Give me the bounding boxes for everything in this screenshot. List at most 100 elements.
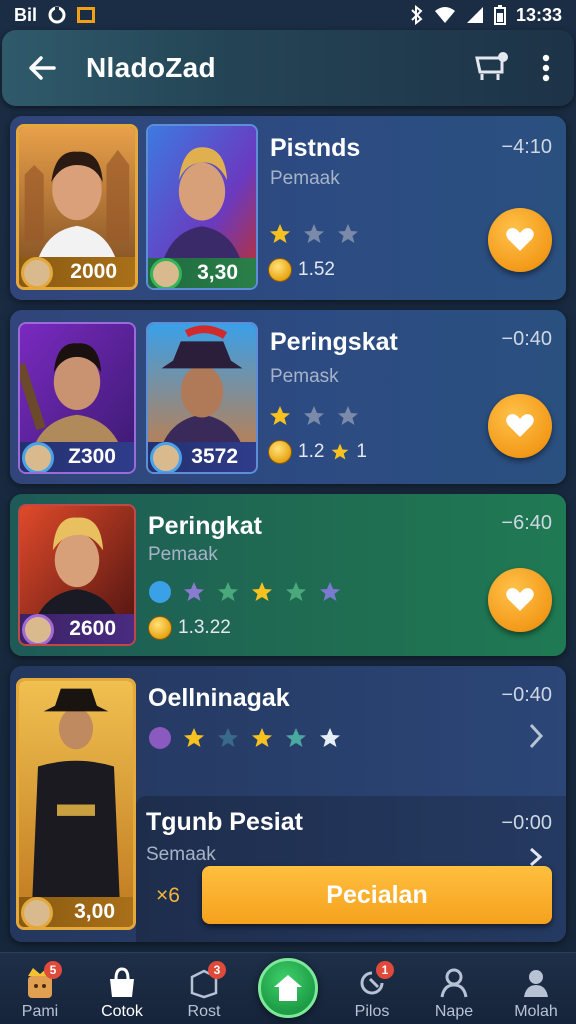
card-time: −6:40	[501, 512, 552, 534]
status-bar: Bil 13:33	[0, 0, 576, 30]
nav-item-rost[interactable]: 3 Rost	[164, 953, 244, 1024]
coin-count: 1.2 1	[268, 440, 367, 464]
nav-label: Cotok	[101, 1003, 143, 1020]
star-icon	[332, 443, 349, 460]
action-button[interactable]: Pecialan	[202, 866, 552, 924]
score-value: 2000	[70, 260, 117, 283]
notification-badge: 5	[44, 961, 62, 979]
bag-icon	[110, 967, 134, 997]
portrait-card[interactable]: 3,00	[16, 678, 136, 930]
more-menu-button[interactable]	[536, 52, 556, 84]
portrait-card[interactable]: 3572	[146, 322, 258, 474]
star-icon	[304, 406, 324, 425]
card-peringkat[interactable]: 2600 Peringkat Pemaak −6:40 1.3.22	[10, 494, 566, 656]
card-peringskat[interactable]: Z300 3572 Peringskat Pemask −0:40 1.2 1	[10, 310, 566, 484]
nav-item-cotok[interactable]: Cotok	[82, 953, 162, 1024]
nav-item-molah[interactable]: Molah	[496, 953, 576, 1024]
star-icon	[252, 728, 272, 747]
star-icon	[184, 728, 204, 747]
chevron-right-icon	[529, 723, 544, 749]
nav-item-home[interactable]	[258, 958, 318, 1018]
star-icon	[218, 728, 238, 747]
action-button-label: Pecialan	[326, 880, 428, 909]
battery-icon	[493, 5, 506, 25]
status-left-text: Bil	[14, 4, 38, 25]
star-icon	[218, 582, 238, 601]
star-icon	[270, 224, 290, 243]
card-subtitle: Semaak	[146, 844, 216, 865]
app-bar: NladoZad	[2, 30, 574, 106]
multiplier-label: ×6	[156, 884, 180, 907]
portrait-card[interactable]: 2000	[16, 124, 138, 290]
coin-icon	[148, 616, 172, 640]
coin-icon	[268, 440, 292, 464]
star-icon	[149, 581, 171, 603]
card-time: −0:40	[501, 328, 552, 350]
star-icon	[338, 224, 358, 243]
card-title: Peringskat	[270, 328, 398, 356]
character-portrait-image	[19, 681, 133, 921]
star-icon	[320, 582, 340, 601]
portrait-card[interactable]: Z300	[18, 322, 136, 474]
card-pistnds[interactable]: 2000 3,30 Pistnds Pemaak −4:10 1.52	[10, 116, 566, 300]
star-icon	[184, 582, 204, 601]
score-value: Z300	[68, 445, 116, 468]
cart-button[interactable]	[474, 52, 508, 84]
nav-item-pami[interactable]: 5 Pami	[0, 953, 80, 1024]
chevron-right-icon	[530, 847, 543, 867]
star-icon	[270, 406, 290, 425]
bluetooth-icon	[411, 5, 423, 25]
wifi-icon	[434, 7, 455, 23]
nav-label: Molah	[514, 1003, 558, 1020]
coin-count: 1.3.22	[148, 616, 231, 640]
card-time: −0:00	[501, 812, 552, 834]
more-vertical-icon	[542, 54, 550, 82]
card-title: Pistnds	[270, 134, 361, 162]
coin-icon	[268, 258, 292, 282]
coin-value: 1.52	[298, 259, 335, 280]
nav-label: Rost	[187, 1003, 221, 1020]
nav-item-pilos[interactable]: 1 Pilos	[332, 953, 412, 1024]
coin-value: 1.3.22	[178, 617, 231, 638]
avatar	[150, 442, 182, 472]
score-value: 3572	[191, 445, 238, 468]
heart-icon	[506, 228, 534, 251]
back-button[interactable]	[20, 46, 64, 90]
portrait-card[interactable]: 2600	[18, 504, 136, 646]
score-value: 3,00	[74, 900, 115, 923]
heart-icon	[506, 588, 534, 611]
star-icon	[286, 728, 306, 747]
coin-count: 1.52	[268, 258, 335, 282]
nav-label: Pilos	[354, 1003, 390, 1020]
avatar	[150, 258, 182, 288]
person-icon	[440, 968, 468, 998]
star-icon	[304, 224, 324, 243]
notification-badge: 3	[208, 961, 226, 979]
star-icon	[338, 406, 358, 425]
card-title: Peringkat	[148, 512, 262, 540]
card-title: Oellninagak	[148, 684, 290, 712]
open-button[interactable]	[528, 722, 544, 755]
status-time: 13:33	[515, 4, 562, 25]
favorite-button[interactable]	[488, 208, 552, 272]
card-time: −4:10	[501, 136, 552, 158]
star-icon	[286, 582, 306, 601]
page-title: NladoZad	[86, 52, 216, 83]
star-rating	[148, 726, 342, 750]
star-icon	[252, 582, 272, 601]
star-icon	[320, 728, 340, 747]
nav-item-nape[interactable]: Nape	[414, 953, 494, 1024]
heart-icon	[506, 414, 534, 437]
signal-icon	[466, 7, 483, 23]
avatar	[22, 614, 54, 644]
nav-label: Nape	[434, 1003, 474, 1020]
score-value: 3,30	[197, 261, 238, 284]
avatar	[22, 442, 54, 472]
card-time: −0:40	[501, 684, 552, 706]
star-rating	[268, 404, 360, 428]
portrait-card[interactable]: 3,30	[146, 124, 258, 290]
favorite-button[interactable]	[488, 568, 552, 632]
rank-icon	[524, 970, 548, 997]
star-rating	[148, 580, 342, 604]
favorite-button[interactable]	[488, 394, 552, 458]
